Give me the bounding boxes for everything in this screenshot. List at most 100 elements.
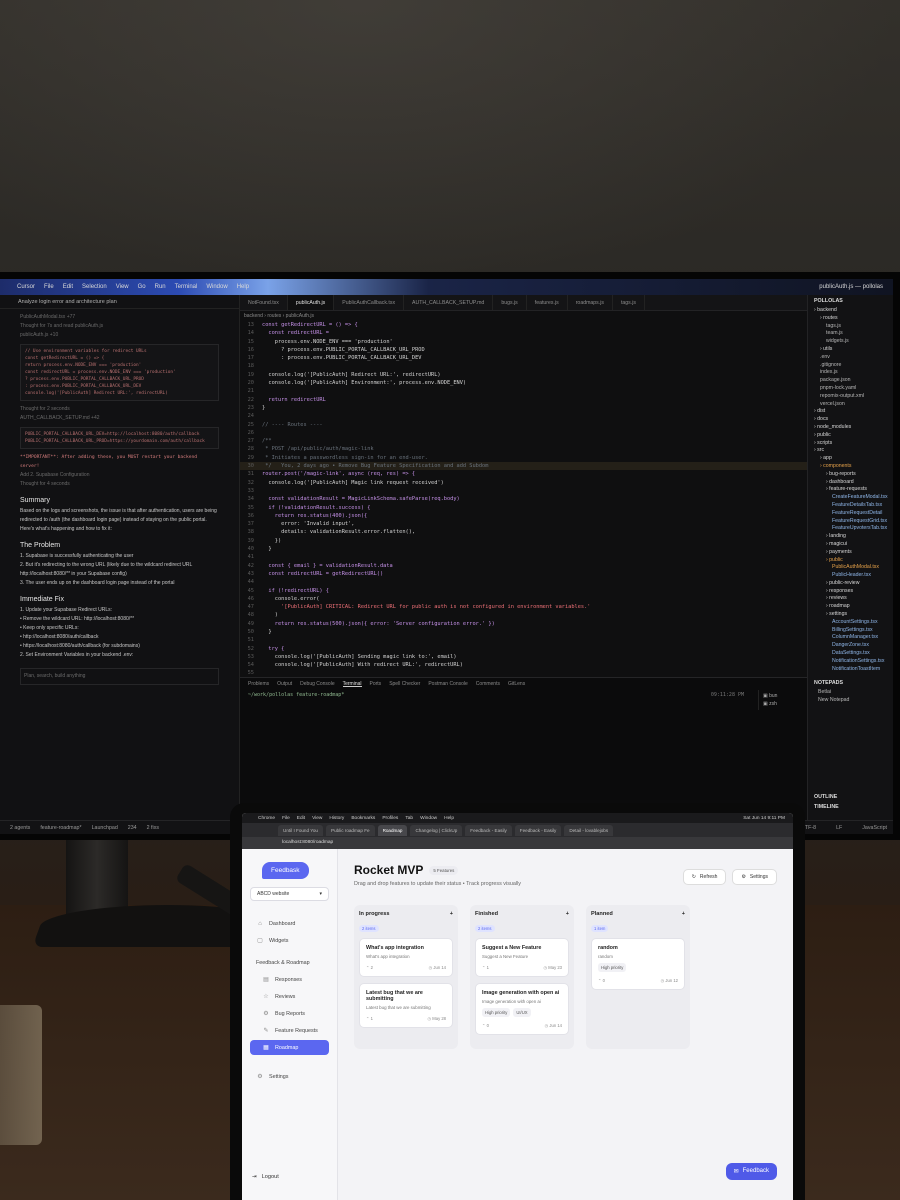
chat-title[interactable]: Analyze login error and architecture pla… — [0, 295, 239, 309]
panel-tab[interactable]: Terminal — [342, 681, 362, 687]
menu-item-edit[interactable]: Edit — [63, 284, 73, 290]
menu-item-go[interactable]: Go — [138, 284, 146, 290]
file-ref[interactable]: PublicAuthModal.tsx +77 — [20, 313, 219, 322]
explorer-item[interactable]: tags.js — [808, 323, 893, 331]
explorer-item[interactable]: › dist — [808, 408, 893, 416]
explorer-item[interactable]: › backend — [808, 307, 893, 315]
explorer-item[interactable]: NotificationSettings.tsx — [808, 658, 893, 666]
explorer-item[interactable]: FeatureDetailsTab.tsx — [808, 502, 893, 510]
menu-item-cursor[interactable]: Cursor — [17, 284, 35, 290]
address-bar[interactable]: localhost:8080/roadmap — [242, 837, 793, 849]
browser-tab[interactable]: Until I Found You — [278, 824, 323, 836]
terminal-session[interactable]: ▣ zsh — [763, 700, 810, 708]
explorer-item[interactable]: FeatureRequestGrid.tsx — [808, 518, 893, 526]
thought-line[interactable]: Thought for 4 seconds — [20, 480, 219, 489]
notepad-item[interactable]: New Notepad — [808, 697, 893, 705]
website-select[interactable]: ABCD website ▾ — [250, 887, 329, 901]
menu-item-help[interactable]: Help — [237, 284, 249, 290]
menu-item-tab[interactable]: Tab — [405, 816, 413, 821]
breadcrumb[interactable]: backend › routes › publicAuth.js — [240, 311, 814, 321]
menu-item-history[interactable]: History — [329, 816, 344, 821]
explorer-item[interactable]: › app — [808, 455, 893, 463]
vote-count[interactable]: ⌃ 2 — [366, 965, 373, 970]
panel-tab[interactable]: Comments — [476, 681, 500, 687]
menu-item-chrome[interactable]: Chrome — [258, 816, 275, 821]
explorer-item[interactable]: › reviews — [808, 595, 893, 603]
panel-tab[interactable]: Ports — [370, 681, 382, 687]
explorer-item[interactable]: › public-review — [808, 580, 893, 588]
panel-tab[interactable]: Postman Console — [428, 681, 467, 687]
explorer-item[interactable]: › responses — [808, 588, 893, 596]
browser-tab[interactable]: Feedback - Easily — [514, 824, 562, 836]
browser-tab[interactable]: Detail - lovablejobs — [564, 824, 614, 836]
explorer-item[interactable]: › public — [808, 557, 893, 565]
menu-item-bookmarks[interactable]: Bookmarks — [351, 816, 375, 821]
explorer-item[interactable]: › src — [808, 447, 893, 455]
status-item[interactable]: Launchpad — [92, 825, 118, 831]
feature-card[interactable]: Latest bug that we are submitting Latest … — [359, 983, 453, 1028]
explorer-item[interactable]: › magicui — [808, 541, 893, 549]
feature-card[interactable]: Suggest a New Feature Suggest a New Featu… — [475, 938, 569, 977]
explorer-item[interactable]: › components — [808, 463, 893, 471]
editor-tab[interactable]: tags.js — [613, 295, 645, 310]
explorer-item[interactable]: BillingSettings.tsx — [808, 627, 893, 635]
status-item[interactable]: feature-roadmap* — [40, 825, 81, 831]
code-area[interactable]: 13 const getRedirectURL = () => {14 const… — [240, 321, 814, 675]
browser-tab[interactable]: Changelog | ClickUp — [410, 824, 463, 836]
menu-item-view[interactable]: View — [116, 284, 129, 290]
explorer-item[interactable]: › feature-requests — [808, 486, 893, 494]
status-item[interactable]: LF — [836, 825, 842, 831]
editor-tab[interactable]: AUTH_CALLBACK_SETUP.md — [404, 295, 494, 310]
feedbask-logo[interactable]: Feedbask — [262, 862, 309, 879]
feature-card[interactable]: Image generation with open ai Image gener… — [475, 983, 569, 1035]
logout-button[interactable]: ⇥ Logout — [252, 1174, 279, 1180]
terminal-session[interactable]: ▣ bun — [763, 692, 810, 700]
explorer-item[interactable]: AccountSettings.tsx — [808, 619, 893, 627]
add-card-icon[interactable]: + — [682, 911, 685, 917]
explorer-item[interactable]: DangerZone.tsx — [808, 642, 893, 650]
editor-tab[interactable]: NotFound.tsx — [240, 295, 288, 310]
nav-roadmap[interactable]: ▦ Roadmap — [250, 1040, 329, 1055]
menu-item-selection[interactable]: Selection — [82, 284, 107, 290]
explorer-item[interactable]: PublicHeader.tsx — [808, 572, 893, 580]
explorer-item[interactable]: › landing — [808, 533, 893, 541]
feature-card[interactable]: What's app integration What's app integra… — [359, 938, 453, 977]
feedback-button[interactable]: ✉ Feedback — [725, 1163, 777, 1180]
editor-tab[interactable]: roadmaps.js — [568, 295, 613, 310]
explorer-item[interactable]: repomix-output.xml — [808, 393, 893, 401]
panel-tab[interactable]: GitLens — [508, 681, 525, 687]
explorer-item[interactable]: CreateFeatureModal.tsx — [808, 494, 893, 502]
nav-reviews[interactable]: ☆ Reviews — [250, 989, 329, 1004]
vote-count[interactable]: ⌃ 1 — [482, 965, 489, 970]
explorer-item[interactable]: › node_modules — [808, 424, 893, 432]
explorer-item[interactable]: NotificationToastItem — [808, 666, 893, 674]
menu-item-profiles[interactable]: Profiles — [382, 816, 398, 821]
nav-bug-reports[interactable]: ⚙ Bug Reports — [250, 1006, 329, 1021]
nav-responses[interactable]: ▤ Responses — [250, 972, 329, 987]
menu-item-edit[interactable]: Edit — [297, 816, 305, 821]
explorer-item[interactable]: › payments — [808, 549, 893, 557]
explorer-item[interactable]: › utils — [808, 346, 893, 354]
feature-card[interactable]: random random High priority ⌃ 0 ◷ Jun 12 — [591, 938, 685, 990]
explorer-item[interactable]: › docs — [808, 416, 893, 424]
explorer-title[interactable]: POLLOLAS — [808, 295, 893, 307]
explorer-item[interactable]: PublicAuthModal.tsx — [808, 564, 893, 572]
menu-item-help[interactable]: Help — [444, 816, 454, 821]
menu-item-view[interactable]: View — [312, 816, 322, 821]
add-card-icon[interactable]: + — [450, 911, 453, 917]
thought-line[interactable]: Thought for 7s and read publicAuth.js — [20, 322, 219, 331]
menu-item-file[interactable]: File — [44, 284, 54, 290]
explorer-item[interactable]: index.js — [808, 369, 893, 377]
status-item[interactable]: 2 fixs — [147, 825, 159, 831]
explorer-item[interactable]: › public — [808, 432, 893, 440]
menu-item-file[interactable]: File — [282, 816, 290, 821]
explorer-item[interactable]: team.js — [808, 330, 893, 338]
file-ref[interactable]: publicAuth.js +10 — [20, 331, 219, 340]
vote-count[interactable]: ⌃ 0 — [598, 978, 605, 983]
menu-item-window[interactable]: Window — [206, 284, 227, 290]
terminal-prompt[interactable]: ~/work/pollolas feature-roadmap* 09:11:2… — [240, 690, 814, 700]
menu-item-run[interactable]: Run — [155, 284, 166, 290]
status-item[interactable]: JavaScript — [862, 825, 887, 831]
vote-count[interactable]: ⌃ 0 — [482, 1023, 489, 1028]
thought-line[interactable]: Thought for 2 seconds — [20, 405, 219, 414]
